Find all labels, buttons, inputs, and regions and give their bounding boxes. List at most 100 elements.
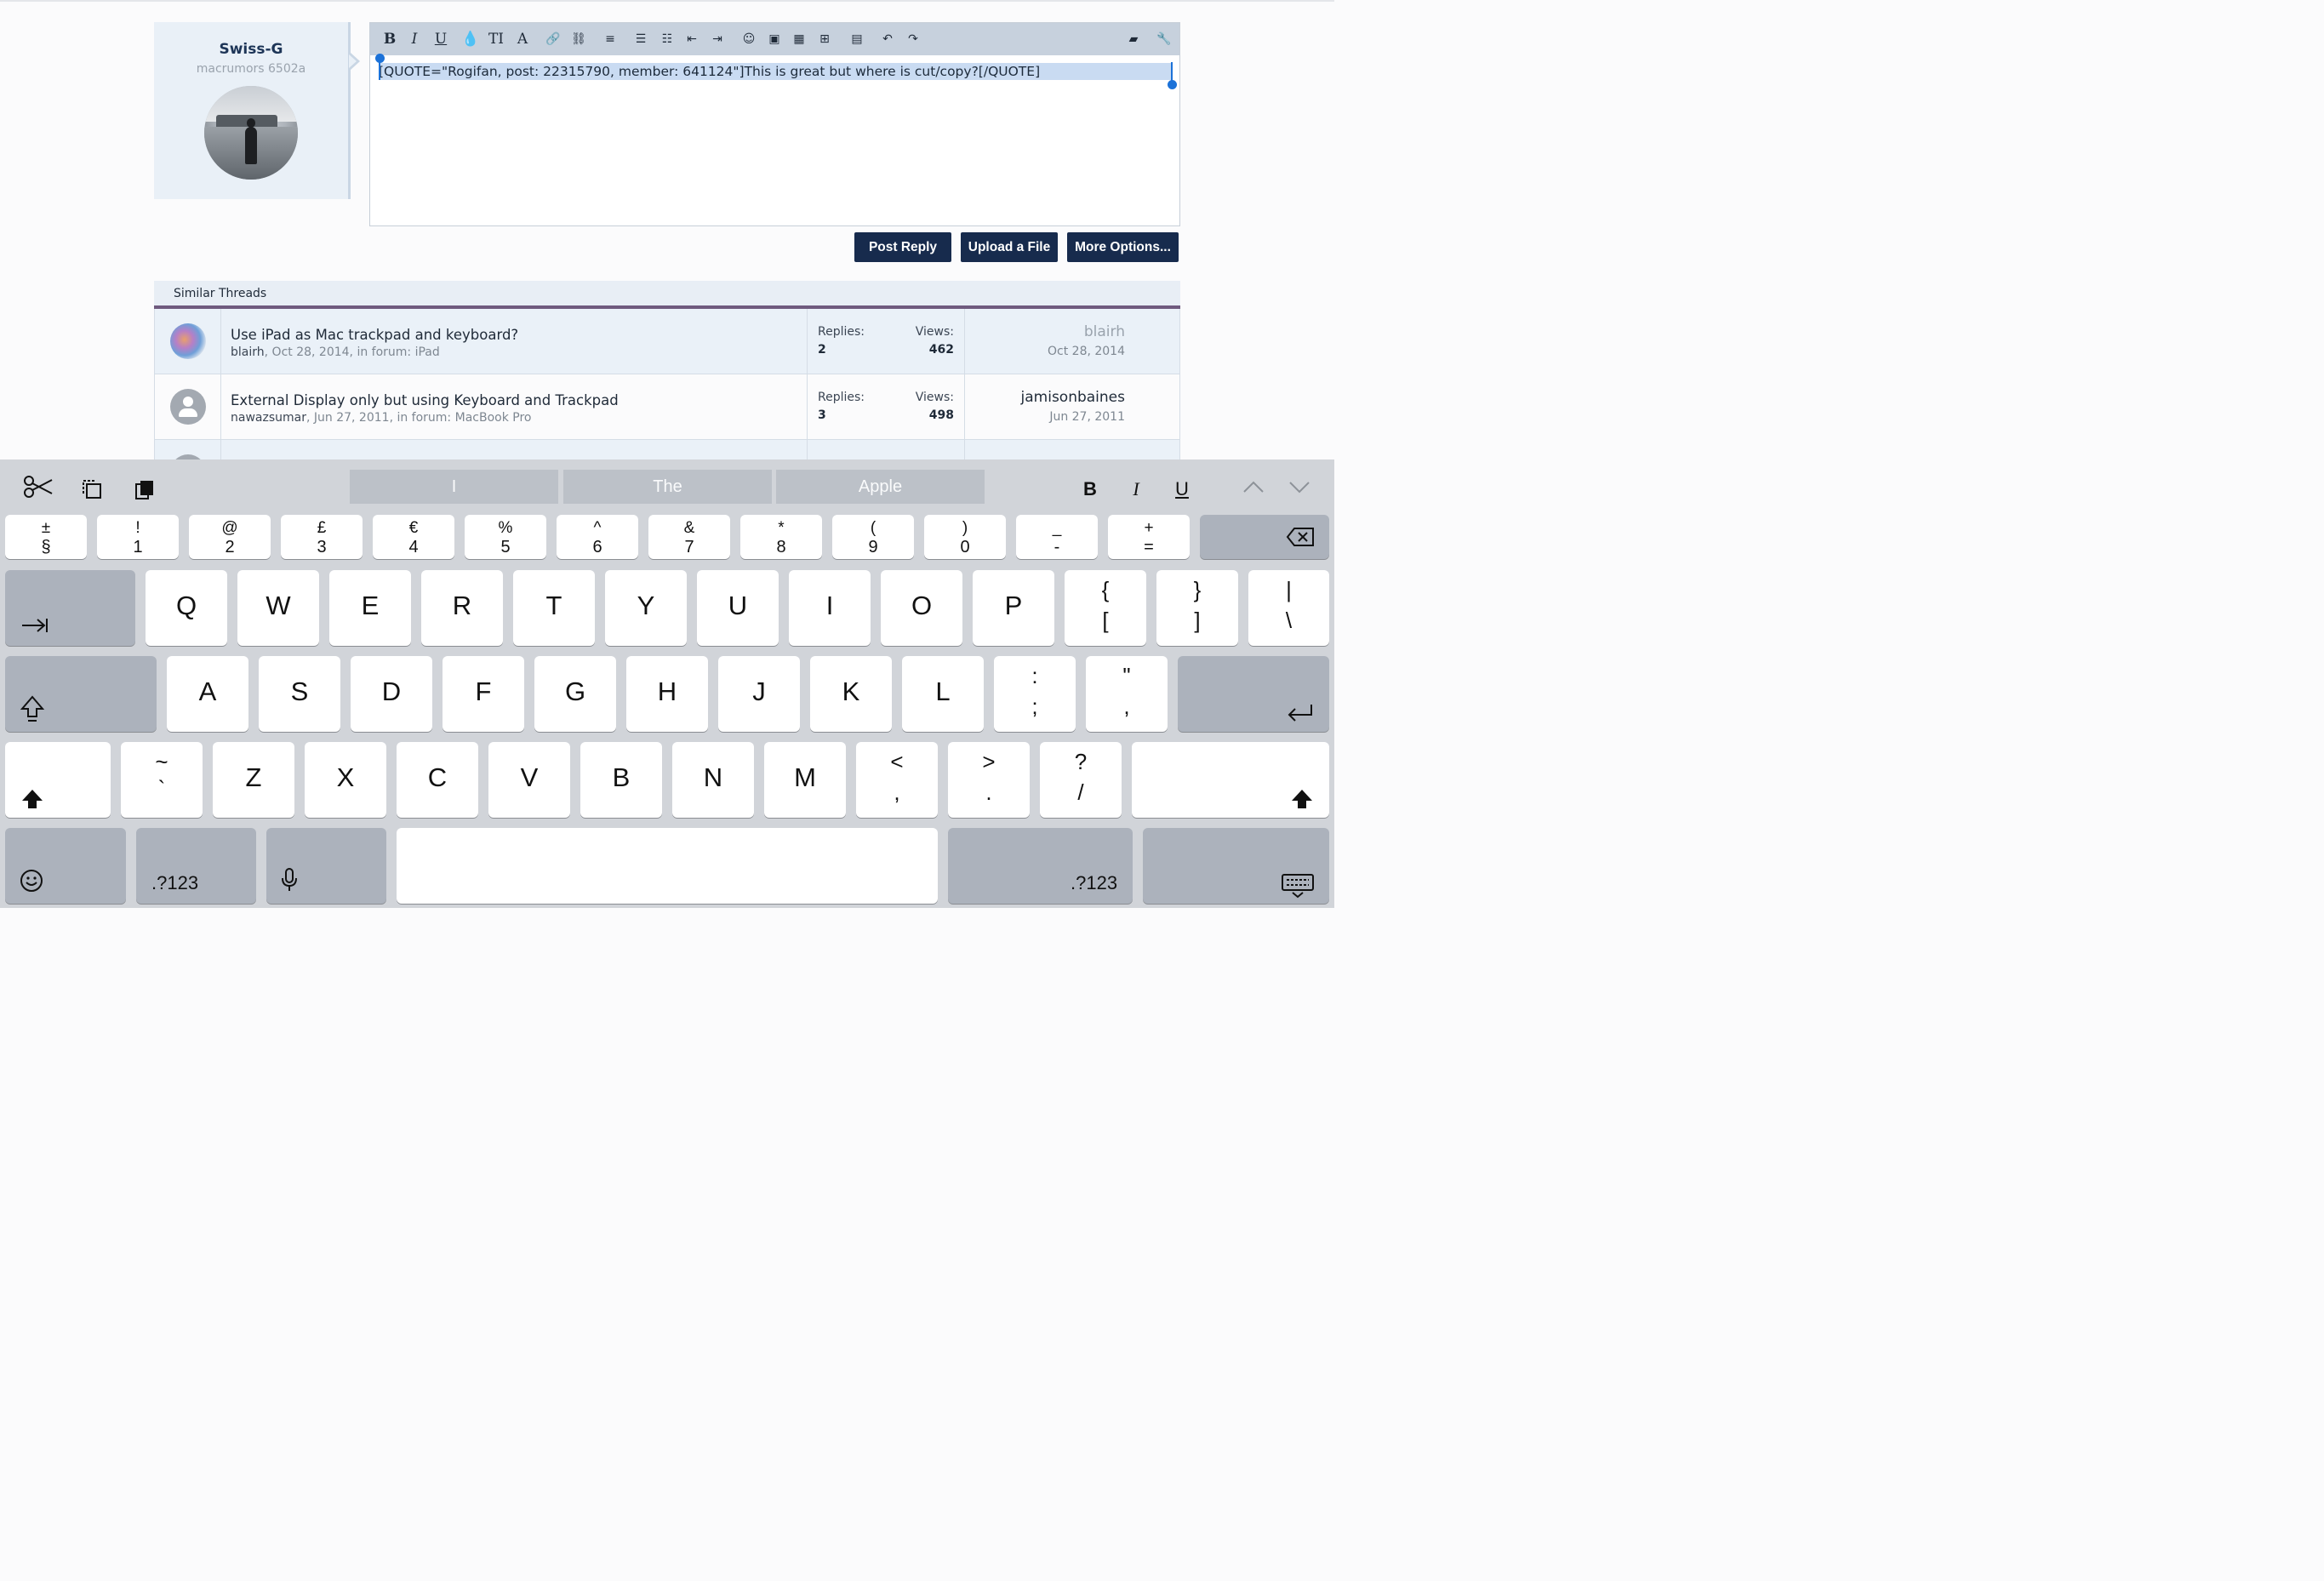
last-post-date[interactable]: Oct 28, 2014 (1048, 345, 1125, 358)
emoji-key[interactable] (5, 828, 126, 904)
smiley-icon[interactable]: ☺ (739, 30, 758, 49)
numbers-mode-key[interactable]: .?123 (948, 828, 1133, 904)
letter-key[interactable]: R (421, 570, 503, 646)
chevron-down-icon[interactable] (1287, 478, 1312, 500)
cut-icon[interactable] (22, 475, 54, 504)
thread-row-2[interactable]: External Display only but using Keyboard… (154, 374, 1180, 440)
outdent-icon[interactable]: ⇤ (682, 30, 701, 49)
format-italic-button[interactable]: I (1123, 478, 1149, 500)
reply-editor[interactable]: B I U 💧 TI A 🔗 ⛓ ≡ ☰ ☷ ⇤ ⇥ ☺ ▣ ▦ ⊞ ▤ ↶ ↷ ▰ 🔧 [QUOTE="Rogifan,… (369, 22, 1180, 226)
letter-key[interactable]: N (672, 742, 754, 818)
letter-key[interactable]: B (580, 742, 662, 818)
number-key[interactable]: % 5 (465, 515, 546, 559)
symbol-key[interactable]: ", (1086, 656, 1168, 732)
letter-key[interactable]: Z (213, 742, 294, 818)
link-icon[interactable]: 🔗 (544, 30, 562, 49)
save-draft-icon[interactable]: ▤ (848, 30, 866, 49)
shift-left-key[interactable] (5, 742, 111, 818)
symbol-key[interactable]: {[ (1065, 570, 1146, 646)
letter-key[interactable]: Y (605, 570, 687, 646)
editor-content[interactable]: [QUOTE="Rogifan, post: 22315790, member:… (379, 63, 1172, 80)
letter-key[interactable]: O (881, 570, 962, 646)
letter-key[interactable]: Q (146, 570, 227, 646)
more-options-button[interactable]: More Options... (1067, 232, 1179, 262)
space-key[interactable] (397, 828, 938, 904)
unlink-icon[interactable]: ⛓ (569, 30, 588, 49)
upload-file-button[interactable]: Upload a File (961, 232, 1058, 262)
indent-icon[interactable]: ⇥ (708, 30, 727, 49)
format-underline-button[interactable]: U (1169, 478, 1195, 500)
number-key[interactable]: + = (1108, 515, 1190, 559)
letter-key[interactable]: E (329, 570, 411, 646)
number-key[interactable]: * 8 (740, 515, 822, 559)
text-color-icon[interactable]: 💧 (461, 30, 480, 49)
delete-key[interactable] (1200, 515, 1329, 559)
letter-key[interactable]: D (351, 656, 432, 732)
font-icon[interactable]: A (513, 30, 532, 49)
letter-key[interactable]: P (973, 570, 1054, 646)
number-key[interactable]: (9 (832, 515, 914, 559)
letter-key[interactable]: K (810, 656, 892, 732)
numbers-mode-key[interactable]: .?123 (136, 828, 256, 904)
undo-icon[interactable]: ↶ (878, 30, 897, 49)
letter-key[interactable]: W (237, 570, 319, 646)
copy-icon[interactable] (80, 478, 104, 505)
letter-key[interactable]: H (626, 656, 708, 732)
symbol-key[interactable]: :; (994, 656, 1076, 732)
format-bold-button[interactable]: B (1077, 478, 1103, 500)
number-key[interactable]: ^ 6 (557, 515, 638, 559)
thread-author[interactable]: nawazsumar (231, 411, 306, 425)
number-key[interactable]: ± § (5, 515, 87, 559)
avatar[interactable] (204, 86, 298, 180)
letter-key[interactable]: F (443, 656, 524, 732)
insert-icon[interactable]: ⊞ (815, 30, 834, 49)
letter-key[interactable]: V (488, 742, 570, 818)
symbol-key[interactable]: <, (856, 742, 938, 818)
number-key[interactable]: ) 0 (924, 515, 1006, 559)
letter-key[interactable]: S (259, 656, 340, 732)
thread-forum[interactable]: iPad (415, 345, 440, 359)
suggestion-1[interactable]: I (350, 470, 558, 504)
post-reply-button[interactable]: Post Reply (854, 232, 951, 262)
align-icon[interactable]: ≡ (601, 30, 620, 49)
last-post-user[interactable]: blairh (1084, 323, 1125, 340)
symbol-key[interactable]: | \ (1248, 570, 1329, 646)
letter-key[interactable]: I (789, 570, 871, 646)
numbered-list-icon[interactable]: ☷ (658, 30, 677, 49)
avatar[interactable] (170, 323, 206, 359)
selection-end-handle[interactable] (1168, 80, 1177, 89)
thread-forum[interactable]: MacBook Pro (455, 411, 532, 425)
underline-icon[interactable]: U (431, 30, 450, 49)
return-key[interactable] (1178, 656, 1329, 732)
letter-key[interactable]: L (902, 656, 984, 732)
caps-lock-key[interactable] (5, 656, 157, 732)
chevron-up-icon[interactable] (1241, 478, 1266, 500)
symbol-key[interactable]: ~ ` (121, 742, 203, 818)
bold-icon[interactable]: B (380, 30, 399, 49)
image-icon[interactable]: ▣ (765, 30, 784, 49)
number-key[interactable]: ! 1 (97, 515, 179, 559)
selection-start-handle[interactable] (375, 54, 385, 63)
remove-format-icon[interactable]: ▰ (1124, 30, 1143, 49)
letter-key[interactable]: X (305, 742, 386, 818)
italic-icon[interactable]: I (405, 30, 424, 49)
letter-key[interactable]: C (397, 742, 478, 818)
thread-author[interactable]: blairh (231, 345, 265, 359)
letter-key[interactable]: J (718, 656, 800, 732)
symbol-key[interactable]: >. (948, 742, 1030, 818)
last-post-date[interactable]: Jun 27, 2011 (1049, 410, 1125, 424)
tab-key[interactable] (5, 570, 135, 646)
font-size-icon[interactable]: TI (487, 30, 505, 49)
letter-key[interactable]: A (167, 656, 248, 732)
last-post-user[interactable]: jamisonbaines (1021, 389, 1125, 406)
number-key[interactable]: @2 (189, 515, 271, 559)
suggestion-3[interactable]: Apple (776, 470, 985, 504)
shift-right-key[interactable] (1132, 742, 1329, 818)
wrench-icon[interactable]: 🔧 (1155, 30, 1173, 49)
number-key[interactable]: €4 (373, 515, 454, 559)
symbol-key[interactable]: ? / (1040, 742, 1122, 818)
redo-icon[interactable]: ↷ (904, 30, 922, 49)
number-key[interactable]: & 7 (648, 515, 730, 559)
suggestion-2[interactable]: The (563, 470, 772, 504)
default-avatar-icon[interactable] (170, 389, 206, 425)
